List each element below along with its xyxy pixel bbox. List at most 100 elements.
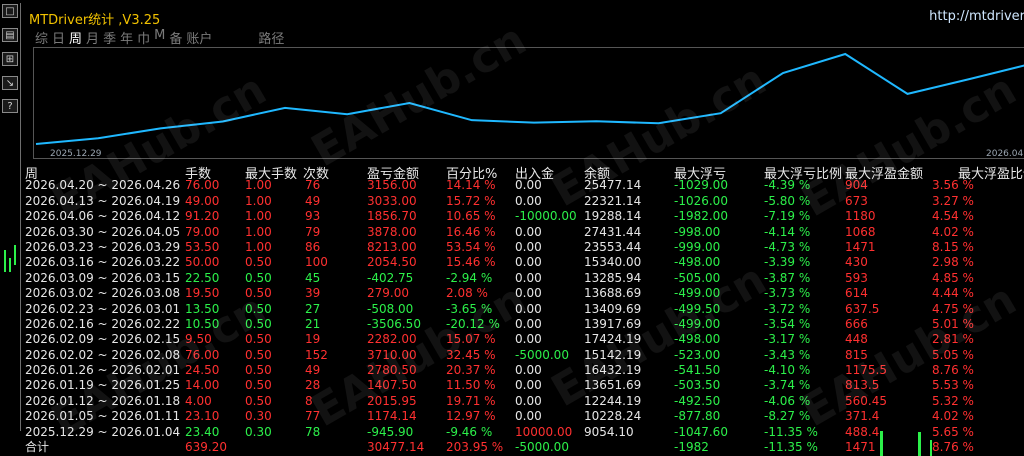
cell-mddp: -4.73 % bbox=[764, 239, 811, 254]
cell-pl: 1856.70 bbox=[367, 209, 417, 224]
list-icon[interactable]: ▤ bbox=[2, 28, 18, 42]
cell-lots: 53.50 bbox=[185, 239, 220, 254]
cell-io: 0.00 bbox=[515, 270, 542, 285]
tab-day[interactable]: 日 bbox=[52, 28, 69, 47]
cell-mddp: -3.72 % bbox=[764, 301, 811, 316]
cell-maxlot: 0.50 bbox=[245, 316, 272, 331]
table-row: 2026.02.09 ~ 2026.02.15 9.50 0.50 19 2282.00… bbox=[25, 332, 1024, 347]
cell-io: 0.00 bbox=[515, 332, 542, 347]
cell-count: 86 bbox=[305, 239, 321, 254]
tab-year[interactable]: 年 bbox=[120, 28, 137, 47]
cell-mdd: -1982.00 bbox=[674, 209, 728, 224]
cell-lots: 91.20 bbox=[185, 209, 220, 224]
table-header: 周手数 最大手数 次数 盈亏金额 百分比% 出入金 余额 最大浮亏 最大浮亏比例 最大浮盈金额 最大… bbox=[25, 163, 1024, 182]
cell-mddp: -11.35 % bbox=[764, 424, 818, 439]
cell-mfep: 4.85 % bbox=[932, 270, 974, 285]
cell-mfe: 1180 bbox=[845, 209, 876, 224]
table-row: 2026.01.19 ~ 2026.01.25 14.00 0.50 28 1407.5… bbox=[25, 378, 1024, 393]
cell-io: -10000.00 bbox=[515, 209, 577, 224]
cell-bal: 16432.19 bbox=[584, 363, 642, 378]
cell-pl: 2282.00 bbox=[367, 332, 417, 347]
cell-pct: 15.07 % bbox=[446, 332, 496, 347]
cell-count: 152 bbox=[305, 347, 328, 362]
balance-line bbox=[35, 52, 1024, 145]
total-io: -5000.00 bbox=[515, 440, 569, 455]
cell-mfe: 1068 bbox=[845, 224, 876, 239]
tab-quarter[interactable]: 季 bbox=[103, 28, 120, 47]
cell-bal: 19288.14 bbox=[584, 209, 642, 224]
tab-path[interactable]: 路径 bbox=[258, 28, 288, 47]
table-row: 2025.12.29 ~ 2026.01.04 23.40 0.30 78 -945.9… bbox=[25, 425, 1024, 440]
help-icon[interactable]: ? bbox=[2, 99, 18, 113]
cell-bal: 13409.69 bbox=[584, 301, 642, 316]
cell-count: 28 bbox=[305, 378, 321, 393]
cell-week: 2026.03.23 ~ 2026.03.29 bbox=[25, 239, 181, 254]
cell-bal: 15340.00 bbox=[584, 255, 642, 270]
cell-week: 2026.04.06 ~ 2026.04.12 bbox=[25, 209, 181, 224]
tab-summary[interactable]: 综 bbox=[35, 28, 52, 47]
cell-mddp: -4.06 % bbox=[764, 393, 811, 408]
cell-mfep: 4.75 % bbox=[932, 301, 974, 316]
cell-week: 2026.03.09 ~ 2026.03.15 bbox=[25, 270, 181, 285]
total-mddp: -11.35 % bbox=[764, 440, 818, 455]
cell-maxlot: 0.30 bbox=[245, 409, 272, 424]
cell-mddp: -3.74 % bbox=[764, 378, 811, 393]
cell-week: 2026.02.16 ~ 2026.02.22 bbox=[25, 316, 181, 331]
cell-pct: -9.46 % bbox=[446, 424, 493, 439]
cell-mddp: -3.73 % bbox=[764, 286, 811, 301]
cell-maxlot: 1.00 bbox=[245, 178, 272, 193]
tab-backup[interactable]: 备 bbox=[169, 28, 186, 47]
cell-maxlot: 1.00 bbox=[245, 239, 272, 254]
window-icon[interactable]: □ bbox=[2, 4, 18, 18]
cell-mddp: -4.10 % bbox=[764, 363, 811, 378]
cell-mfep: 4.02 % bbox=[932, 224, 974, 239]
table-row: 2026.04.20 ~ 2026.04.26 76.00 1.00 76 3156.0… bbox=[25, 178, 1024, 193]
cell-week: 2026.02.23 ~ 2026.03.01 bbox=[25, 301, 181, 316]
cell-count: 93 bbox=[305, 209, 321, 224]
cell-mddp: -8.27 % bbox=[764, 409, 811, 424]
cell-bal: 23553.44 bbox=[584, 239, 642, 254]
cell-lots: 9.50 bbox=[185, 332, 212, 347]
cell-io: 0.00 bbox=[515, 316, 542, 331]
cell-pct: 12.97 % bbox=[446, 409, 496, 424]
cell-mdd: -541.50 bbox=[674, 363, 721, 378]
cell-maxlot: 1.00 bbox=[245, 224, 272, 239]
tab-week[interactable]: 周 bbox=[69, 28, 86, 47]
tab-m[interactable]: M bbox=[154, 28, 169, 46]
cell-pl: -508.00 bbox=[367, 301, 414, 316]
cell-maxlot: 0.50 bbox=[245, 301, 272, 316]
cell-pl: 3878.00 bbox=[367, 224, 417, 239]
cell-maxlot: 0.50 bbox=[245, 332, 272, 347]
cell-count: 79 bbox=[305, 224, 321, 239]
cell-mdd: -499.00 bbox=[674, 316, 721, 331]
cell-maxlot: 0.50 bbox=[245, 393, 272, 408]
window-url[interactable]: http://mtdriver bbox=[929, 9, 1024, 24]
tab-account[interactable]: 账户 bbox=[186, 28, 216, 47]
stats-table: 周手数 最大手数 次数 盈亏金额 百分比% 出入金 余额 最大浮亏 最大浮亏比例 最大浮盈金额 最大… bbox=[25, 163, 1024, 455]
cell-mfep: 2.98 % bbox=[932, 255, 974, 270]
total-week: 合计 bbox=[25, 440, 50, 455]
cell-pl: 3033.00 bbox=[367, 193, 417, 208]
cell-pl: 1174.14 bbox=[367, 409, 417, 424]
cell-pl: 2054.50 bbox=[367, 255, 417, 270]
cell-maxlot: 0.50 bbox=[245, 270, 272, 285]
arrow-icon[interactable]: ↘ bbox=[2, 76, 18, 90]
cell-mfep: 5.65 % bbox=[932, 424, 974, 439]
cell-count: 19 bbox=[305, 332, 321, 347]
chart-x-start-label: 2025.12.29 bbox=[50, 149, 102, 159]
grid-icon[interactable]: ⊞ bbox=[2, 52, 18, 66]
tab-towel[interactable]: 巾 bbox=[137, 28, 154, 47]
cell-io: 0.00 bbox=[515, 286, 542, 301]
table-row: 2026.03.30 ~ 2026.04.05 79.00 1.00 79 3878.0… bbox=[25, 225, 1024, 240]
cell-pct: 32.45 % bbox=[446, 347, 496, 362]
chart-x-end-label: 2026.04.20 bbox=[986, 149, 1024, 159]
cell-week: 2026.04.20 ~ 2026.04.26 bbox=[25, 178, 181, 193]
cell-bal: 13688.69 bbox=[584, 286, 642, 301]
cell-mfe: 488.4 bbox=[845, 424, 880, 439]
cell-mdd: -499.50 bbox=[674, 301, 721, 316]
cell-count: 8 bbox=[305, 393, 313, 408]
tab-month[interactable]: 月 bbox=[86, 28, 103, 47]
cell-mfep: 2.81 % bbox=[932, 332, 974, 347]
cell-lots: 49.00 bbox=[185, 193, 220, 208]
cell-pl: -3506.50 bbox=[367, 316, 421, 331]
